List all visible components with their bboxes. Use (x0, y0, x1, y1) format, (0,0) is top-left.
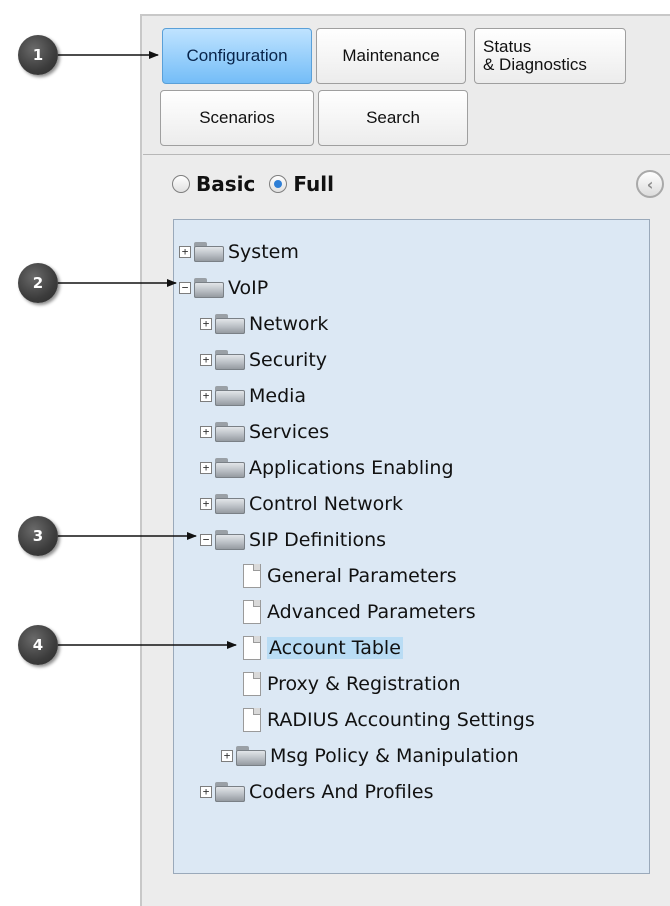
full-label[interactable]: Full (293, 172, 334, 196)
page-icon (240, 635, 262, 661)
tree-label: SIP Definitions (249, 529, 387, 551)
tree-node-network[interactable]: + Network (200, 311, 328, 337)
tree-node-general-parameters[interactable]: General Parameters (240, 563, 457, 589)
callout-2: 2 (18, 263, 58, 303)
expand-icon[interactable]: + (179, 246, 191, 258)
callout-1-number: 1 (32, 46, 44, 64)
expand-icon[interactable]: + (200, 786, 212, 798)
tree-label: Services (249, 421, 330, 443)
tree-node-media[interactable]: + Media (200, 383, 306, 409)
tree-node-control-network[interactable]: + Control Network (200, 491, 403, 517)
folder-icon (213, 457, 247, 479)
tree-label: RADIUS Accounting Settings (267, 709, 535, 731)
tree-label: VoIP (228, 277, 269, 299)
tree-label: Coders And Profiles (249, 781, 434, 803)
folder-icon (234, 745, 268, 767)
tree-label: Control Network (249, 493, 404, 515)
expand-icon[interactable]: + (200, 462, 212, 474)
tree-node-applications-enabling[interactable]: + Applications Enabling (200, 455, 454, 481)
expand-icon[interactable]: + (200, 318, 212, 330)
expand-icon[interactable]: + (200, 354, 212, 366)
folder-icon (213, 529, 247, 551)
callout-3-number: 3 (32, 527, 44, 545)
tree-node-proxy-registration[interactable]: Proxy & Registration (240, 671, 461, 697)
callout-4: 4 (18, 625, 58, 665)
tree-label: Applications Enabling (249, 457, 454, 479)
callout-3: 3 (18, 516, 58, 556)
tree-node-advanced-parameters[interactable]: Advanced Parameters (240, 599, 476, 625)
tree-label: Security (249, 349, 328, 371)
folder-icon (213, 349, 247, 371)
tree-label: General Parameters (267, 565, 457, 587)
page-icon (240, 563, 262, 589)
tab-configuration-label: Configuration (186, 46, 288, 65)
collapse-icon[interactable]: − (179, 282, 191, 294)
full-radio[interactable] (269, 175, 288, 193)
tree-label: Proxy & Registration (267, 673, 461, 695)
folder-icon (213, 385, 247, 407)
page-icon (240, 599, 262, 625)
basic-label[interactable]: Basic (196, 172, 255, 196)
folder-icon (213, 781, 247, 803)
page-icon (240, 707, 262, 733)
tab-status-label-line2: & Diagnostics (483, 55, 587, 74)
callout-4-number: 4 (32, 636, 44, 654)
tree-label: Advanced Parameters (267, 601, 476, 623)
tree-node-voip[interactable]: − VoIP (179, 275, 268, 301)
page-icon (240, 671, 262, 697)
tree-label-selected: Account Table (267, 637, 403, 659)
chevron-left-icon[interactable]: ‹ (636, 170, 664, 198)
tab-configuration[interactable]: Configuration (162, 28, 312, 84)
folder-icon (192, 277, 226, 299)
tree-label: System (228, 241, 299, 263)
expand-icon[interactable]: + (221, 750, 233, 762)
tree-node-services[interactable]: + Services (200, 419, 329, 445)
view-mode-selector: Basic Full (172, 172, 334, 196)
tree-node-msg-policy[interactable]: + Msg Policy & Manipulation (221, 743, 519, 769)
tab-status-label-line1: Status (483, 37, 532, 56)
tree-label: Network (249, 313, 329, 335)
folder-icon (213, 493, 247, 515)
tab-maintenance-label: Maintenance (342, 46, 440, 65)
tree-label: Media (249, 385, 307, 407)
callout-1: 1 (18, 35, 58, 75)
tab-search[interactable]: Search (318, 90, 468, 146)
folder-icon (213, 313, 247, 335)
tree-node-coders-profiles[interactable]: + Coders And Profiles (200, 779, 434, 805)
expand-icon[interactable]: + (200, 426, 212, 438)
tab-maintenance[interactable]: Maintenance (316, 28, 466, 84)
tree-node-radius-accounting[interactable]: RADIUS Accounting Settings (240, 707, 535, 733)
tree-node-sip-definitions[interactable]: − SIP Definitions (200, 527, 386, 553)
expand-icon[interactable]: + (200, 498, 212, 510)
collapse-icon[interactable]: − (200, 534, 212, 546)
folder-icon (213, 421, 247, 443)
tree-node-system[interactable]: + System (179, 239, 299, 265)
expand-icon[interactable]: + (200, 390, 212, 402)
tab-scenarios-label: Scenarios (199, 108, 275, 127)
folder-icon (192, 241, 226, 263)
tree-node-security[interactable]: + Security (200, 347, 327, 373)
callout-2-number: 2 (32, 274, 44, 292)
tree-node-account-table[interactable]: Account Table (240, 635, 403, 661)
tab-search-label: Search (366, 108, 420, 127)
tree-label: Msg Policy & Manipulation (270, 745, 519, 767)
basic-radio[interactable] (172, 175, 190, 193)
tab-status-diagnostics[interactable]: Status & Diagnostics (474, 28, 626, 84)
tab-scenarios[interactable]: Scenarios (160, 90, 314, 146)
